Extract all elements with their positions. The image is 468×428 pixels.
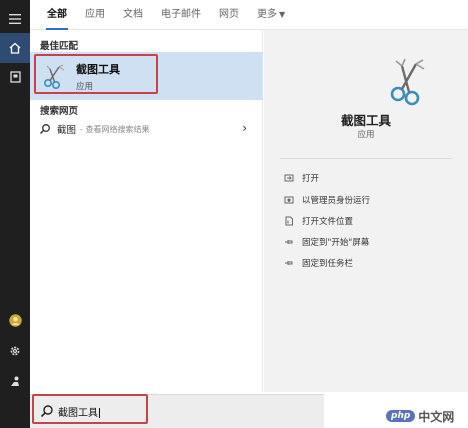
home-icon <box>9 42 21 54</box>
tab-all[interactable]: 全部 <box>46 0 68 30</box>
action-label: 固定到任务栏 <box>302 259 354 269</box>
pin-icon <box>284 258 294 268</box>
web-search-term: 截图 <box>57 125 77 136</box>
preview-app-type: 应用 <box>357 130 375 140</box>
tab-email[interactable]: 电子邮件 <box>161 0 201 30</box>
action-run-as-admin[interactable]: 以管理员身份运行 <box>284 192 370 208</box>
watermark-text: 中文网 <box>418 409 455 424</box>
caret-down-icon: ▼ <box>279 9 286 19</box>
gear-icon <box>10 346 20 356</box>
document-icon <box>9 71 21 83</box>
action-label: 固定到"开始"屏幕 <box>302 238 370 248</box>
web-search-result[interactable]: 截图 - 查看网络搜索结果 › <box>30 118 263 140</box>
action-open[interactable]: 打开 <box>284 170 319 186</box>
file-location-icon <box>284 216 294 226</box>
action-pin-to-taskbar[interactable]: 固定到任务栏 <box>284 255 353 271</box>
tab-web[interactable]: 网页 <box>219 0 239 30</box>
action-pin-to-start[interactable]: 固定到"开始"屏幕 <box>284 234 369 250</box>
action-label: 以管理员身份运行 <box>302 196 371 206</box>
left-rail <box>0 0 30 428</box>
account-button[interactable] <box>0 366 30 396</box>
tab-label: 更多 <box>257 8 277 20</box>
action-open-file-location[interactable]: 打开文件位置 <box>284 213 353 229</box>
best-match-heading: 最佳匹配 <box>40 41 79 52</box>
open-icon <box>284 173 294 183</box>
action-label: 打开 <box>302 174 320 184</box>
snipping-tool-large-icon <box>390 58 425 106</box>
divider <box>280 158 452 159</box>
preview-panel: 截图工具 应用 打开 以管理员身份运行 打开文件位置 固定到"开始"屏幕 固定到… <box>264 30 468 392</box>
action-label: 打开文件位置 <box>302 217 354 227</box>
web-search-description: - 查看网络搜索结果 <box>80 124 150 134</box>
tab-label: 应用 <box>85 8 105 20</box>
avatar-icon <box>8 313 22 327</box>
tab-documents[interactable]: 文档 <box>123 0 143 30</box>
user-avatar-button[interactable] <box>0 305 30 335</box>
highlight-box-search <box>32 394 148 424</box>
filter-tabs: 全部 应用 文档 电子邮件 网页 更多 ▼ <box>30 0 468 30</box>
search-icon <box>39 123 51 135</box>
tab-label: 文档 <box>123 8 143 20</box>
settings-button[interactable] <box>0 336 30 366</box>
web-search-heading: 搜索网页 <box>40 106 79 117</box>
home-button[interactable] <box>0 33 30 63</box>
tab-label: 电子邮件 <box>161 8 201 20</box>
preview-app-title: 截图工具 <box>340 113 391 128</box>
tab-label: 全部 <box>47 8 67 20</box>
highlight-box-best-match <box>34 54 158 94</box>
pin-icon <box>284 237 294 247</box>
menu-button[interactable] <box>0 4 30 34</box>
results-panel: 最佳匹配 截图工具 应用 搜索网页 截图 - 查看网络搜索结果 › <box>30 30 263 392</box>
admin-shield-icon <box>284 195 294 205</box>
watermark-logo: php 中文网 <box>386 407 454 425</box>
documents-button[interactable] <box>0 62 30 92</box>
tab-label: 网页 <box>219 8 239 20</box>
chevron-right-icon[interactable]: › <box>242 121 247 135</box>
watermark-badge: php <box>386 410 416 422</box>
tab-apps[interactable]: 应用 <box>85 0 105 30</box>
hamburger-icon <box>9 14 21 24</box>
tab-more[interactable]: 更多 ▼ <box>257 0 285 30</box>
person-icon <box>11 376 19 386</box>
